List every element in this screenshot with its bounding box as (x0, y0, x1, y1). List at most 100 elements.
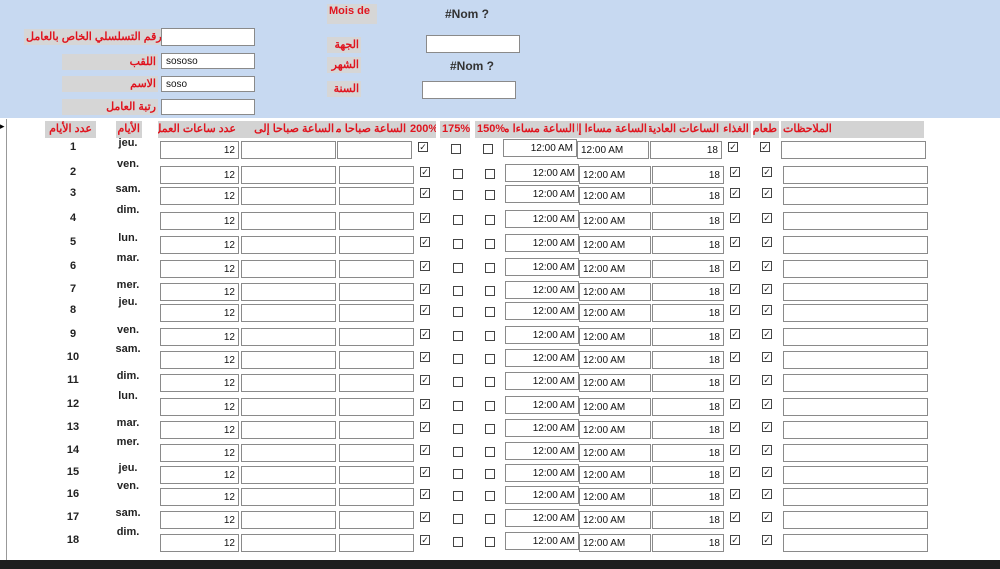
hours-field[interactable]: 12 (160, 212, 239, 230)
checkbox-food[interactable]: ✓ (762, 375, 772, 385)
checkbox-lunch[interactable]: ✓ (730, 399, 740, 409)
checkbox-food[interactable]: ✓ (762, 422, 772, 432)
morning-from-field[interactable] (339, 444, 414, 462)
dept-input[interactable] (426, 35, 520, 53)
notes-field[interactable] (781, 141, 926, 159)
checkbox-150[interactable] (485, 307, 495, 317)
evening-to-field[interactable]: 12:00 AM (579, 488, 651, 506)
notes-field[interactable] (783, 488, 928, 506)
checkbox-200[interactable]: ✓ (420, 352, 430, 362)
checkbox-150[interactable] (485, 169, 495, 179)
morning-from-field[interactable] (337, 141, 412, 159)
checkbox-food[interactable]: ✓ (762, 284, 772, 294)
checkbox-200[interactable]: ✓ (420, 375, 430, 385)
morning-from-field[interactable] (339, 328, 414, 346)
notes-field[interactable] (783, 421, 928, 439)
checkbox-200[interactable]: ✓ (420, 237, 430, 247)
checkbox-food[interactable]: ✓ (762, 512, 772, 522)
checkbox-lunch[interactable]: ✓ (730, 422, 740, 432)
morning-from-field[interactable] (339, 187, 414, 205)
checkbox-175[interactable] (453, 215, 463, 225)
notes-field[interactable] (783, 260, 928, 278)
checkbox-150[interactable] (485, 377, 495, 387)
checkbox-150[interactable] (485, 424, 495, 434)
evening-from-field[interactable]: 12:00 AM (505, 396, 579, 414)
morning-from-field[interactable] (339, 260, 414, 278)
hours-field[interactable]: 12 (160, 466, 239, 484)
checkbox-175[interactable] (453, 514, 463, 524)
morning-to-field[interactable] (241, 398, 336, 416)
morning-to-field[interactable] (241, 141, 336, 159)
morning-to-field[interactable] (241, 351, 336, 369)
hours-field[interactable]: 12 (160, 374, 239, 392)
checkbox-200[interactable]: ✓ (420, 535, 430, 545)
evening-from-field[interactable]: 12:00 AM (505, 281, 579, 299)
checkbox-200[interactable]: ✓ (420, 329, 430, 339)
morning-to-field[interactable] (241, 466, 336, 484)
evening-from-field[interactable]: 12:00 AM (505, 185, 579, 203)
evening-from-field[interactable]: 12:00 AM (505, 302, 579, 320)
checkbox-175[interactable] (453, 469, 463, 479)
checkbox-food[interactable]: ✓ (762, 305, 772, 315)
normal-hours-field[interactable]: 18 (652, 488, 724, 506)
morning-from-field[interactable] (339, 534, 414, 552)
checkbox-food[interactable]: ✓ (762, 329, 772, 339)
checkbox-175[interactable] (453, 239, 463, 249)
checkbox-lunch[interactable]: ✓ (730, 535, 740, 545)
normal-hours-field[interactable]: 18 (652, 398, 724, 416)
hours-field[interactable]: 12 (160, 141, 239, 159)
serial-input[interactable] (161, 28, 255, 46)
morning-from-field[interactable] (339, 212, 414, 230)
checkbox-175[interactable] (453, 169, 463, 179)
notes-field[interactable] (783, 212, 928, 230)
evening-from-field[interactable]: 12:00 AM (505, 234, 579, 252)
morning-to-field[interactable] (241, 187, 336, 205)
morning-from-field[interactable] (339, 351, 414, 369)
checkbox-200[interactable]: ✓ (420, 489, 430, 499)
morning-to-field[interactable] (241, 236, 336, 254)
morning-to-field[interactable] (241, 212, 336, 230)
normal-hours-field[interactable]: 18 (652, 304, 724, 322)
notes-field[interactable] (783, 236, 928, 254)
evening-from-field[interactable]: 12:00 AM (505, 464, 579, 482)
evening-to-field[interactable]: 12:00 AM (579, 236, 651, 254)
checkbox-200[interactable]: ✓ (420, 512, 430, 522)
hours-field[interactable]: 12 (160, 398, 239, 416)
evening-from-field[interactable]: 12:00 AM (503, 139, 577, 157)
morning-from-field[interactable] (339, 166, 414, 184)
normal-hours-field[interactable]: 18 (652, 421, 724, 439)
checkbox-150[interactable] (485, 491, 495, 501)
checkbox-lunch[interactable]: ✓ (730, 237, 740, 247)
normal-hours-field[interactable]: 18 (652, 466, 724, 484)
checkbox-lunch[interactable]: ✓ (730, 489, 740, 499)
checkbox-food[interactable]: ✓ (762, 167, 772, 177)
evening-from-field[interactable]: 12:00 AM (505, 532, 579, 550)
checkbox-food[interactable]: ✓ (762, 399, 772, 409)
morning-from-field[interactable] (339, 466, 414, 484)
hours-field[interactable]: 12 (160, 328, 239, 346)
checkbox-200[interactable]: ✓ (420, 284, 430, 294)
evening-from-field[interactable]: 12:00 AM (505, 372, 579, 390)
checkbox-200[interactable]: ✓ (420, 467, 430, 477)
checkbox-food[interactable]: ✓ (762, 237, 772, 247)
checkbox-175[interactable] (453, 263, 463, 273)
evening-to-field[interactable]: 12:00 AM (579, 328, 651, 346)
morning-from-field[interactable] (339, 488, 414, 506)
checkbox-175[interactable] (453, 424, 463, 434)
evening-from-field[interactable]: 12:00 AM (505, 419, 579, 437)
morning-to-field[interactable] (241, 444, 336, 462)
surname-input[interactable]: sososo (161, 53, 255, 69)
checkbox-lunch[interactable]: ✓ (730, 375, 740, 385)
checkbox-food[interactable]: ✓ (762, 535, 772, 545)
evening-to-field[interactable]: 12:00 AM (579, 511, 651, 529)
morning-to-field[interactable] (241, 166, 336, 184)
checkbox-150[interactable] (483, 144, 493, 154)
checkbox-200[interactable]: ✓ (420, 399, 430, 409)
evening-to-field[interactable]: 12:00 AM (579, 351, 651, 369)
normal-hours-field[interactable]: 18 (652, 444, 724, 462)
normal-hours-field[interactable]: 18 (652, 351, 724, 369)
evening-from-field[interactable]: 12:00 AM (505, 486, 579, 504)
checkbox-150[interactable] (485, 263, 495, 273)
morning-from-field[interactable] (339, 283, 414, 301)
evening-to-field[interactable]: 12:00 AM (579, 534, 651, 552)
